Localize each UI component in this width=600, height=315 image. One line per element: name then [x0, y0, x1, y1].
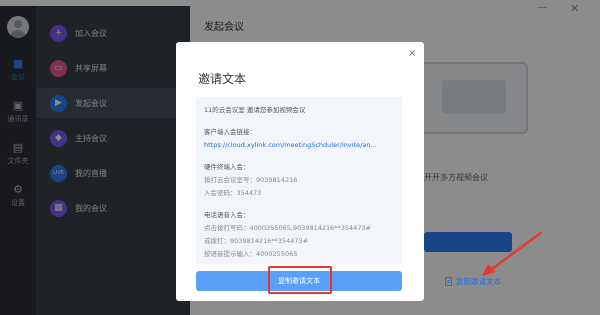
- invite-line: 点击拨打号码：4000255065,9039814216**354473#: [204, 224, 372, 232]
- invite-link[interactable]: https://cloud.xylink.com/meetingSchduler…: [204, 141, 377, 150]
- app-window: ■ 会议 ▣ 通讯录 ▤ 文件夹 ⚙ 设置 + 加入会议 ▭ 共享屏幕 ▶ 发起…: [0, 0, 600, 315]
- invite-line: 硬件终端入会：: [204, 163, 250, 171]
- invite-line: 按语音提示输入：4000255065: [204, 250, 298, 258]
- dialog-title: 邀请文本: [198, 72, 247, 86]
- invite-line: 拨打云会议室号：9039814216: [204, 176, 298, 184]
- annotation-arrow-icon: [482, 230, 543, 276]
- invite-text-box: 11的云会议室 邀请您参加视频会议 客户端入会链接： https://cloud…: [196, 97, 402, 264]
- annotation-highlight-box: [268, 266, 332, 294]
- invite-line: 入会密码：354473: [204, 189, 262, 197]
- close-icon[interactable]: ×: [408, 48, 416, 59]
- document-icon: [445, 277, 452, 286]
- invite-dialog: 邀请文本 × 11的云会议室 邀请您参加视频会议 客户端入会链接： https:…: [176, 42, 424, 301]
- invite-line: 或拨打：9039814216**354473#: [204, 237, 309, 245]
- invite-line: 电话语音入会：: [204, 211, 250, 219]
- invite-line: 客户端入会链接：: [204, 128, 256, 136]
- invite-line: 11的云会议室 邀请您参加视频会议: [204, 106, 306, 114]
